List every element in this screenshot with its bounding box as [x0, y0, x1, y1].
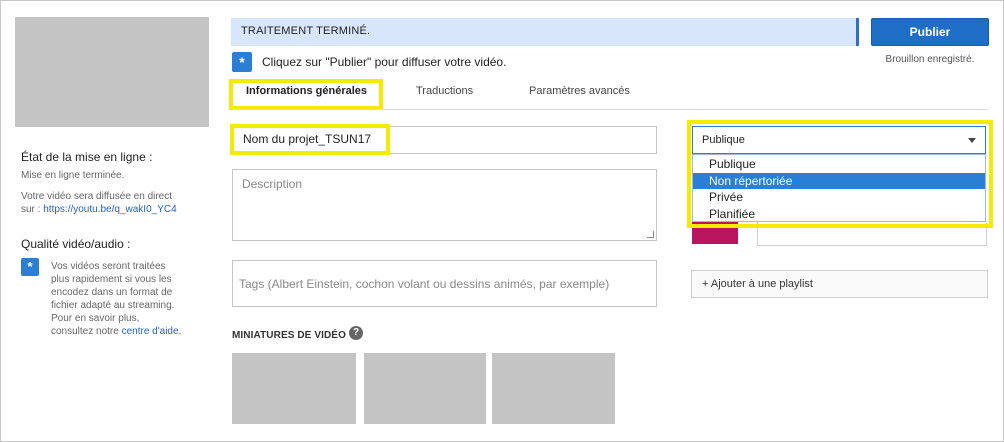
- description-placeholder: Description: [242, 177, 303, 191]
- quality-title: Qualité vidéo/audio :: [21, 237, 131, 251]
- visibility-option-unlisted[interactable]: Non répertoriée: [693, 172, 985, 189]
- draft-status: Brouillon enregistré.: [885, 54, 975, 65]
- tabs-divider: [231, 109, 987, 110]
- quality-last-prefix: consultez notre: [51, 326, 122, 337]
- thumbnail-option[interactable]: [364, 353, 486, 424]
- resize-handle-icon[interactable]: [647, 231, 654, 238]
- visibility-option-public[interactable]: Publique: [693, 156, 985, 173]
- upload-status-text: Mise en ligne terminée.: [21, 170, 125, 181]
- publish-button[interactable]: Publier: [871, 18, 989, 46]
- broadcast-text: Votre vidéo sera diffusée en direct: [21, 191, 173, 202]
- quality-line: Vos vidéos seront traitées: [51, 261, 166, 272]
- video-url-link[interactable]: https://youtu.be/q_wakI0_YC4: [43, 204, 176, 215]
- upload-status-title: État de la mise en ligne :: [21, 150, 153, 164]
- thumbnail-option[interactable]: [492, 353, 615, 424]
- visibility-selected-value: Publique: [702, 134, 745, 146]
- quality-last-suffix: .: [178, 326, 182, 337]
- tags-input[interactable]: Tags (Albert Einstein, cochon volant ou …: [232, 260, 657, 307]
- thumbnails-label: MINIATURES DE VIDÉO: [232, 330, 346, 341]
- upload-page: État de la mise en ligne : Mise en ligne…: [0, 0, 1004, 442]
- quality-line: Pour en savoir plus,: [51, 313, 140, 324]
- quality-line: encodez dans un format de: [51, 287, 173, 298]
- title-input-value[interactable]: Nom du projet_TSUN17: [230, 124, 390, 155]
- thumbnail-option[interactable]: [232, 353, 356, 424]
- visibility-option-private[interactable]: Privée: [693, 189, 985, 206]
- quality-help-text: Vos vidéos seront traitées plus rapideme…: [51, 260, 211, 338]
- tab-basic-info[interactable]: Informations générales: [246, 85, 367, 97]
- visibility-select[interactable]: Publique: [692, 126, 986, 154]
- tab-translations[interactable]: Traductions: [416, 85, 473, 97]
- quality-line: fichier adapté au streaming.: [51, 300, 175, 311]
- tab-advanced-settings[interactable]: Paramètres avancés: [529, 85, 630, 97]
- broadcast-url-line: sur : https://youtu.be/q_wakI0_YC4: [21, 203, 177, 216]
- processing-status-banner: TRAITEMENT TERMINÉ.: [231, 18, 859, 46]
- broadcast-prefix: sur :: [21, 204, 44, 215]
- quality-line: consultez notre centre d'aide.: [51, 325, 211, 338]
- add-to-playlist-button[interactable]: + Ajouter à une playlist: [691, 270, 988, 298]
- help-center-link[interactable]: centre d'aide: [122, 326, 179, 337]
- caret-down-icon: [968, 138, 976, 143]
- publish-hint: Cliquez sur "Publier" pour diffuser votr…: [262, 55, 507, 69]
- star-info-icon: *: [232, 52, 252, 72]
- tags-placeholder: Tags (Albert Einstein, cochon volant ou …: [239, 277, 610, 291]
- visibility-options-list: Publique Non répertoriée Privée Planifié…: [692, 154, 986, 222]
- visibility-option-scheduled[interactable]: Planifiée: [693, 206, 985, 223]
- quality-line: plus rapidement si vous les: [51, 274, 172, 285]
- video-preview-thumbnail: [15, 17, 209, 127]
- description-textarea[interactable]: Description: [232, 169, 657, 241]
- question-circle-icon[interactable]: ?: [349, 326, 363, 340]
- star-info-icon: *: [21, 258, 39, 276]
